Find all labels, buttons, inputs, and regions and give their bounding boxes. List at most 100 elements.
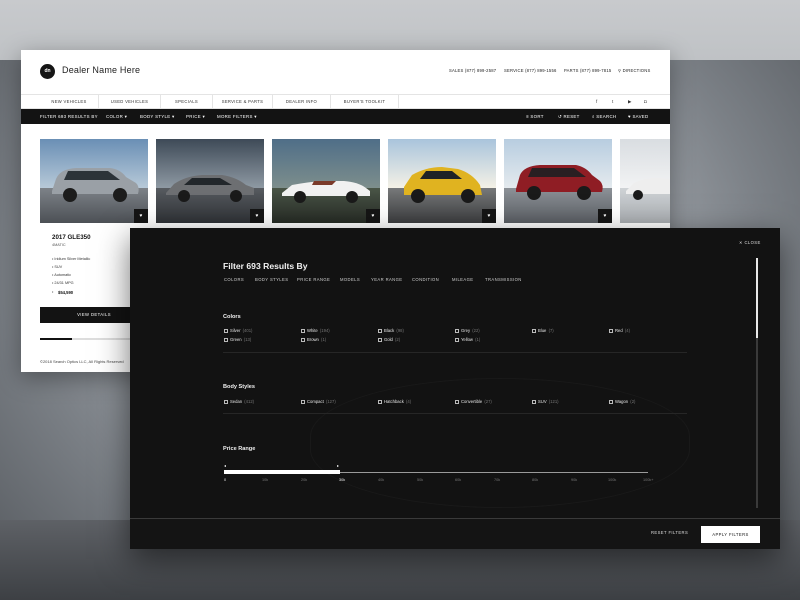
price-filter-dropdown[interactable]: PRICE ▾	[186, 109, 205, 124]
save-vehicle-heart-icon[interactable]: ♥	[366, 209, 380, 223]
body-option-compact[interactable]: Compact (127)	[301, 399, 336, 404]
close-button[interactable]: ✕ CLOSE	[739, 240, 761, 245]
car-wheel	[113, 188, 127, 202]
more-filters-dropdown[interactable]: MORE FILTERS ▾	[217, 109, 257, 124]
color-option-black[interactable]: Black (98)	[378, 328, 404, 333]
option-label: Black	[384, 328, 395, 333]
twitter-icon[interactable]: t	[612, 99, 613, 104]
option-count: (98)	[396, 328, 404, 333]
price-range-selection[interactable]	[224, 470, 340, 474]
color-option-yellow[interactable]: Yellow (1)	[455, 337, 480, 342]
filter-modal: ✕ CLOSE Filter 693 Results By COLORS BOD…	[130, 228, 780, 549]
sort-button[interactable]: ≡ SORT	[526, 109, 544, 124]
tab-mileage[interactable]: MILEAGE	[452, 277, 473, 282]
color-option-red[interactable]: Red (4)	[609, 328, 630, 333]
saved-button[interactable]: ♥ SAVED	[628, 109, 649, 124]
body-option-wagon[interactable]: Wagon (2)	[609, 399, 635, 404]
service-phone-link[interactable]: SERVICE (877) 899-1556	[504, 68, 557, 73]
price-tick: 60k	[455, 478, 462, 482]
checkbox[interactable]	[301, 337, 305, 342]
tab-condition[interactable]: CONDITION	[412, 277, 439, 282]
checkbox[interactable]	[609, 328, 613, 333]
facebook-icon[interactable]: f	[596, 99, 597, 104]
price-range-max-handle[interactable]: ▸	[337, 463, 339, 468]
save-vehicle-heart-icon[interactable]: ♥	[134, 209, 148, 223]
reset-button[interactable]: ↺ RESET	[558, 109, 580, 124]
tab-body-styles[interactable]: BODY STYLES	[255, 277, 288, 282]
tab-transmission[interactable]: TRANSMISSION	[485, 277, 522, 282]
checkbox[interactable]	[301, 328, 305, 333]
apply-filters-button[interactable]: APPLY FILTERS	[701, 526, 760, 543]
checkbox[interactable]	[224, 399, 228, 404]
save-vehicle-heart-icon[interactable]: ♥	[598, 209, 612, 223]
spec-color: Iridium Silver Metallic	[54, 257, 91, 261]
option-count: (2)	[395, 337, 401, 342]
parts-phone-link[interactable]: PARTS (877) 899-7815	[564, 68, 611, 73]
checkbox[interactable]	[224, 337, 228, 342]
color-option-white[interactable]: White (194)	[301, 328, 330, 333]
color-option-silver[interactable]: Silver (401)	[224, 328, 252, 333]
color-filter-dropdown[interactable]: COLOR ▾	[106, 109, 127, 124]
checkbox[interactable]	[532, 328, 536, 333]
vehicle-trim: 4MATIC	[52, 243, 66, 247]
checkbox[interactable]	[609, 399, 613, 404]
checkbox[interactable]	[378, 328, 382, 333]
reset-filters-button[interactable]: RESET FILTERS	[651, 530, 688, 535]
nav-dealer-info[interactable]: DEALER INFO	[273, 95, 331, 109]
save-vehicle-heart-icon[interactable]: ♥	[250, 209, 264, 223]
checkbox[interactable]	[455, 328, 459, 333]
tab-year-range[interactable]: YEAR RANGE	[371, 277, 402, 282]
search-button[interactable]: ⌕ SEARCH	[592, 109, 616, 124]
body-option-suv[interactable]: SUV (121)	[532, 399, 559, 404]
tab-models[interactable]: MODELS	[340, 277, 360, 282]
youtube-icon[interactable]: ▶	[628, 99, 631, 105]
checkbox[interactable]	[224, 328, 228, 333]
color-option-brown[interactable]: Brown (1)	[301, 337, 326, 342]
nav-service-parts[interactable]: SERVICE & PARTS	[213, 95, 273, 109]
checkbox[interactable]	[378, 337, 382, 342]
checkbox[interactable]	[378, 399, 382, 404]
nav-specials[interactable]: SPECIALS	[161, 95, 213, 109]
save-vehicle-heart-icon[interactable]: ♥	[482, 209, 496, 223]
vehicle-card[interactable]: ♥	[156, 139, 264, 223]
vehicle-card[interactable]: ♥	[504, 139, 612, 223]
tab-colors[interactable]: COLORS	[224, 277, 244, 282]
directions-link[interactable]: ⚲ DIRECTIONS	[618, 68, 650, 73]
modal-scrollbar-thumb[interactable]	[756, 258, 758, 338]
dealer-name[interactable]: Dealer Name Here	[62, 65, 140, 75]
vehicle-card[interactable]	[620, 139, 670, 223]
body-style-filter-dropdown[interactable]: BODY STYLE ▾	[140, 109, 175, 124]
body-option-sedan[interactable]: Sedan (412)	[224, 399, 254, 404]
option-label: Convertible	[461, 399, 483, 404]
modal-scrollbar[interactable]	[756, 258, 758, 508]
body-option-convertible[interactable]: Convertible (27)	[455, 399, 492, 404]
search-label: SEARCH	[596, 114, 617, 119]
checkbox[interactable]	[301, 399, 305, 404]
vehicle-title[interactable]: 2017 GLE350	[52, 234, 91, 241]
checkbox[interactable]	[532, 399, 536, 404]
color-option-green[interactable]: Green (13)	[224, 337, 251, 342]
vehicle-card[interactable]: ♥	[40, 139, 148, 223]
sales-phone-link[interactable]: SALES (877) 899-2587	[449, 68, 496, 73]
close-label: CLOSE	[744, 240, 761, 245]
car-wheel	[230, 190, 242, 202]
nav-used-vehicles[interactable]: USED VEHICLES	[99, 95, 161, 109]
checkbox[interactable]	[455, 337, 459, 342]
checkbox[interactable]	[455, 399, 459, 404]
body-option-hatchback[interactable]: Hatchback (4)	[378, 399, 411, 404]
reset-label: RESET	[563, 114, 580, 119]
dealer-logo[interactable]: dn	[40, 64, 55, 79]
nav-new-vehicles[interactable]: NEW VEHICLES	[40, 95, 99, 109]
color-option-gold[interactable]: Gold (2)	[378, 337, 400, 342]
vehicle-card[interactable]: ♥	[272, 139, 380, 223]
color-option-blue[interactable]: Blue (7)	[532, 328, 554, 333]
instagram-icon[interactable]: ◘	[644, 99, 647, 104]
price-range-min-handle[interactable]: ◂	[224, 463, 226, 468]
vehicle-spec: • Iridium Silver Metallic	[52, 257, 91, 261]
price-tick: 100k+	[643, 478, 654, 482]
vehicle-card[interactable]: ♥	[388, 139, 496, 223]
sedan-car-image	[166, 175, 254, 202]
nav-buyers-toolkit[interactable]: BUYER'S TOOLKIT	[331, 95, 399, 109]
tab-price-range[interactable]: PRICE RANGE	[297, 277, 330, 282]
color-option-grey[interactable]: Grey (22)	[455, 328, 480, 333]
